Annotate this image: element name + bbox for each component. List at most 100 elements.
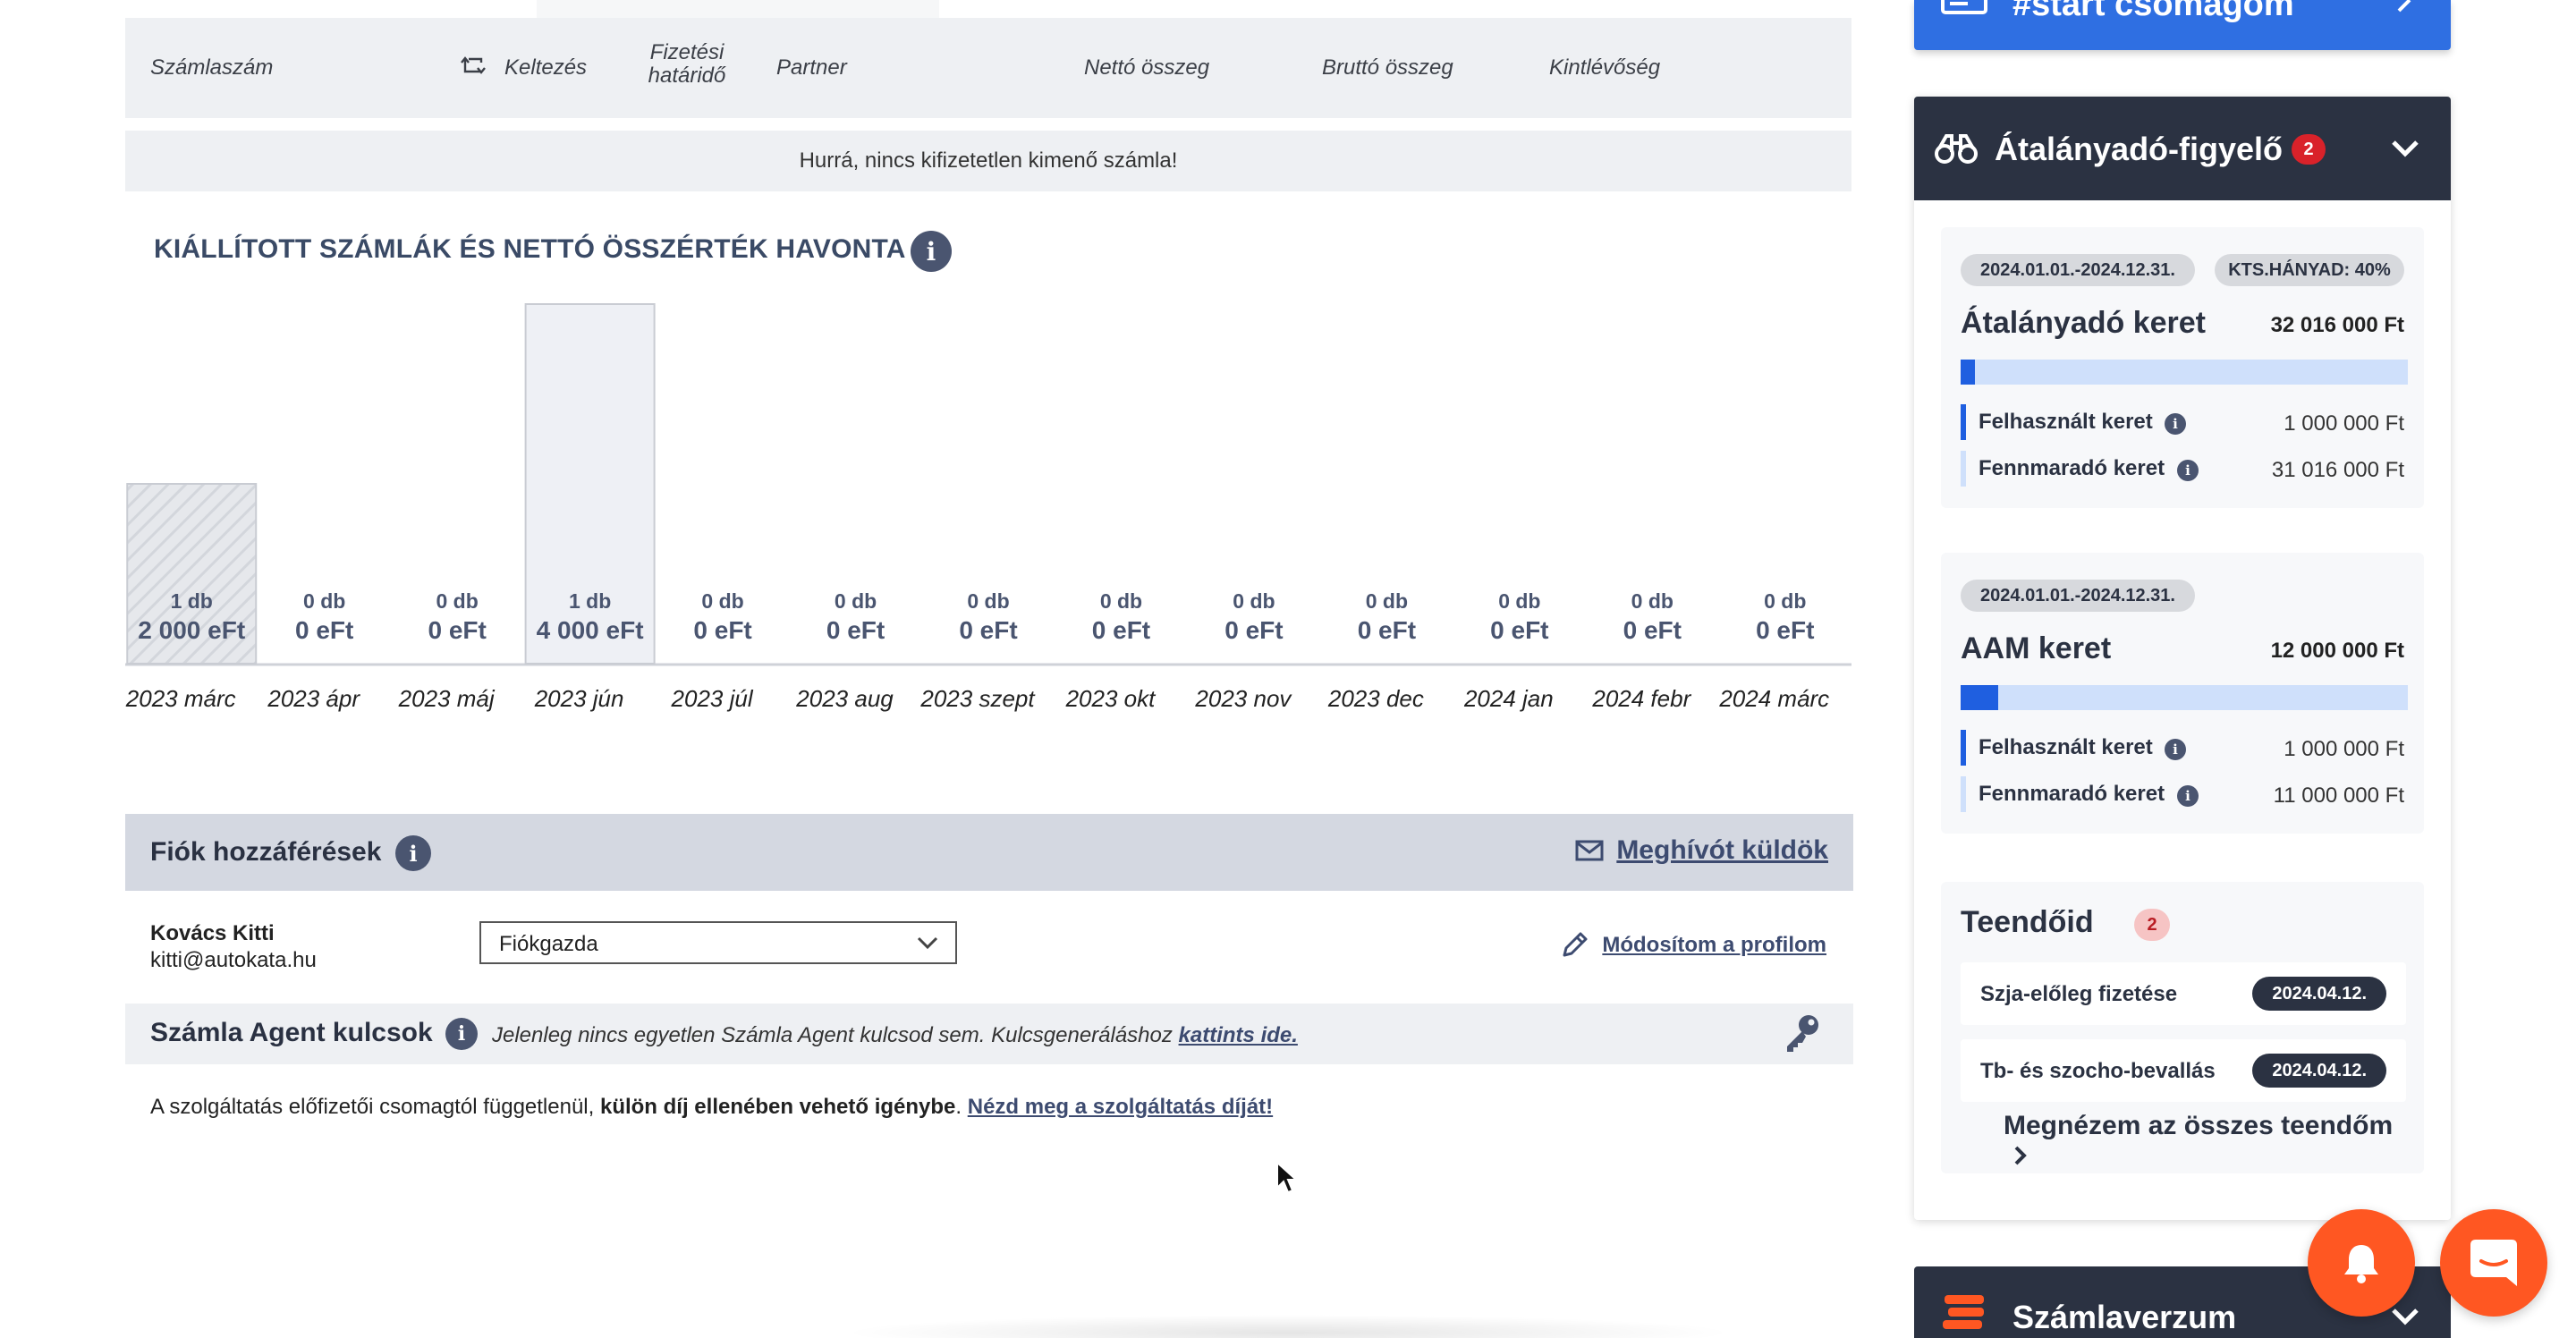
pencil-icon	[1563, 932, 1588, 957]
agent-keys-message: Jelenleg nincs egyetlen Számla Agent kul…	[492, 1023, 1298, 1048]
column-invoice-number[interactable]: Számlaszám	[150, 55, 273, 80]
id-card-icon	[1941, 0, 1987, 14]
bar-value-label: 4 000 eFt	[537, 616, 644, 644]
invoice-table-header: Számlaszám Keltezés Fizetési határidő Pa…	[125, 18, 1852, 118]
remaining-marker	[1961, 776, 1966, 812]
flat-rate-progress-bar	[1961, 360, 2408, 385]
todo-label: Szja-előleg fizetése	[1980, 982, 2178, 1006]
service-text-before: A szolgáltatás előfizetői csomagtól függ…	[150, 1095, 600, 1119]
x-tick-label: 2023 máj	[398, 685, 496, 712]
send-invite-link[interactable]: Meghívót küldök	[1575, 835, 1828, 866]
chat-button[interactable]	[2440, 1209, 2547, 1317]
column-outstanding[interactable]: Kintlévőség	[1549, 55, 1660, 80]
period-pill: 2024.01.01.-2024.12.31.	[1961, 254, 2195, 286]
tax-monitor-header[interactable]: Átalányadó-figyelő 2	[1914, 97, 2451, 200]
x-tick-label: 2023 aug	[795, 685, 894, 712]
role-select-value: Fiókgazda	[499, 932, 598, 956]
x-tick-label: 2023 júl	[671, 685, 754, 712]
remaining-marker	[1961, 451, 1966, 487]
bar-value-label: 0 eFt	[693, 616, 751, 644]
invoice-stack-icon	[1943, 1295, 1984, 1329]
role-select[interactable]: Fiókgazda	[479, 921, 957, 964]
used-value: 1 000 000 Ft	[2284, 411, 2404, 436]
see-all-todos-link[interactable]: Megnézem az összes teendőm	[2004, 1111, 2424, 1172]
used-label: Felhasznált keret	[1979, 735, 2153, 759]
used-marker	[1961, 730, 1966, 766]
chat-bubble-icon	[2470, 1240, 2517, 1286]
x-tick-label: 2024 febr	[1591, 685, 1691, 712]
start-package-button[interactable]: #start csomagom	[1914, 0, 2451, 50]
see-all-todos-label: Megnézem az összes teendőm	[2004, 1111, 2394, 1140]
aam-card: 2024.01.01.-2024.12.31. AAM keret 12 000…	[1941, 553, 2424, 834]
bar-count-label: 0 db	[1233, 589, 1275, 613]
chevron-down-icon[interactable]	[2390, 138, 2420, 159]
column-due-date-line2: határidő	[648, 64, 726, 88]
bar-count-label: 0 db	[436, 589, 479, 613]
x-tick-label: 2023 dec	[1327, 685, 1424, 712]
column-due-date[interactable]: Fizetési határidő	[633, 41, 741, 88]
todo-item[interactable]: Szja-előleg fizetése 2024.04.12.	[1961, 962, 2406, 1025]
bar-value-label: 2 000 eFt	[138, 616, 245, 644]
edit-profile-link[interactable]: Módosítom a profilom	[1559, 930, 1826, 961]
x-tick-label: 2023 ápr	[267, 685, 360, 712]
chevron-down-icon[interactable]	[2390, 1306, 2420, 1327]
used-value: 1 000 000 Ft	[2284, 737, 2404, 761]
bar-count-label: 0 db	[303, 589, 345, 613]
start-package-label: #start csomagom	[2012, 0, 2294, 23]
chart-title: KIÁLLÍTOTT SZÁMLÁK ÉS NETTÓ ÖSSZÉRTÉK HA…	[154, 234, 906, 264]
bar-count-label: 0 db	[835, 589, 877, 613]
account-access-bar: Fiók hozzáférések i Meghívót küldök	[125, 814, 1853, 891]
flat-rate-tax-title: Átalányadó keret	[1961, 306, 2206, 340]
aam-amount: 12 000 000 Ft	[2270, 639, 2404, 663]
bar-count-label: 0 db	[1764, 589, 1806, 613]
chart-info-icon[interactable]: i	[911, 231, 952, 272]
chevron-down-icon	[917, 936, 938, 950]
bar-value-label: 0 eFt	[295, 616, 353, 644]
todo-label: Tb- és szocho-bevallás	[1980, 1059, 2216, 1083]
column-net-amount[interactable]: Nettó összeg	[1084, 55, 1209, 80]
column-partner[interactable]: Partner	[776, 55, 847, 80]
x-tick-label: 2024 márc	[1718, 685, 1829, 712]
sidebar: #start csomagom Átalányadó-figyelő 2 202…	[1914, 0, 2451, 1338]
used-marker	[1961, 404, 1966, 440]
aam-progress-bar	[1961, 685, 2408, 710]
service-price-link[interactable]: Nézd meg a szolgáltatás díját!	[968, 1095, 1273, 1119]
mouse-cursor-icon	[1276, 1161, 1299, 1194]
column-issue-date[interactable]: Keltezés	[504, 55, 587, 80]
chevron-right-icon	[2397, 0, 2411, 13]
service-note: A szolgáltatás előfizetői csomagtól függ…	[150, 1095, 1273, 1120]
used-info-icon[interactable]: i	[2165, 739, 2186, 760]
sort-icon[interactable]	[460, 55, 487, 79]
x-tick-label: 2023 okt	[1065, 685, 1157, 712]
used-info-icon[interactable]: i	[2165, 413, 2186, 435]
bar-count-label: 0 db	[1498, 589, 1540, 613]
remaining-info-icon[interactable]: i	[2177, 460, 2199, 481]
bar-count-label: 1 db	[171, 589, 213, 613]
notifications-button[interactable]	[2308, 1209, 2415, 1317]
period-pill: 2024.01.01.-2024.12.31.	[1961, 580, 2195, 612]
bar-count-label: 1 db	[569, 589, 611, 613]
envelope-icon	[1575, 840, 1604, 861]
agent-keys-info-icon[interactable]: i	[445, 1018, 478, 1050]
invoice-universe-title: Számlaverzum	[2012, 1299, 2237, 1335]
todo-date-badge: 2024.04.12.	[2252, 977, 2386, 1011]
remaining-info-icon[interactable]: i	[2177, 785, 2199, 807]
todos-title: Teendőid	[1961, 905, 2094, 939]
todo-date-badge: 2024.04.12.	[2252, 1054, 2386, 1088]
generate-key-link[interactable]: kattints ide.	[1179, 1023, 1298, 1047]
agent-keys-title: Számla Agent kulcsok	[150, 1018, 433, 1047]
remaining-label: Fennmaradó keret	[1979, 782, 2165, 806]
todo-item[interactable]: Tb- és szocho-bevallás 2024.04.12.	[1961, 1039, 2406, 1102]
tax-monitor-title: Átalányadó-figyelő	[1995, 131, 2284, 167]
bar-count-label: 0 db	[701, 589, 743, 613]
user-name: Kovács Kitti	[150, 921, 275, 945]
account-access-info-icon[interactable]: i	[395, 835, 431, 871]
remaining-value: 31 016 000 Ft	[2271, 458, 2404, 482]
remaining-label: Fennmaradó keret	[1979, 456, 2165, 480]
key-icon[interactable]	[1782, 1012, 1823, 1054]
send-invite-label: Meghívót küldök	[1616, 835, 1828, 865]
bottom-shadow	[841, 1315, 1735, 1338]
column-gross-amount[interactable]: Bruttó összeg	[1322, 55, 1453, 80]
bar-value-label: 0 eFt	[1224, 616, 1283, 644]
x-tick-label: 2023 nov	[1194, 685, 1292, 712]
